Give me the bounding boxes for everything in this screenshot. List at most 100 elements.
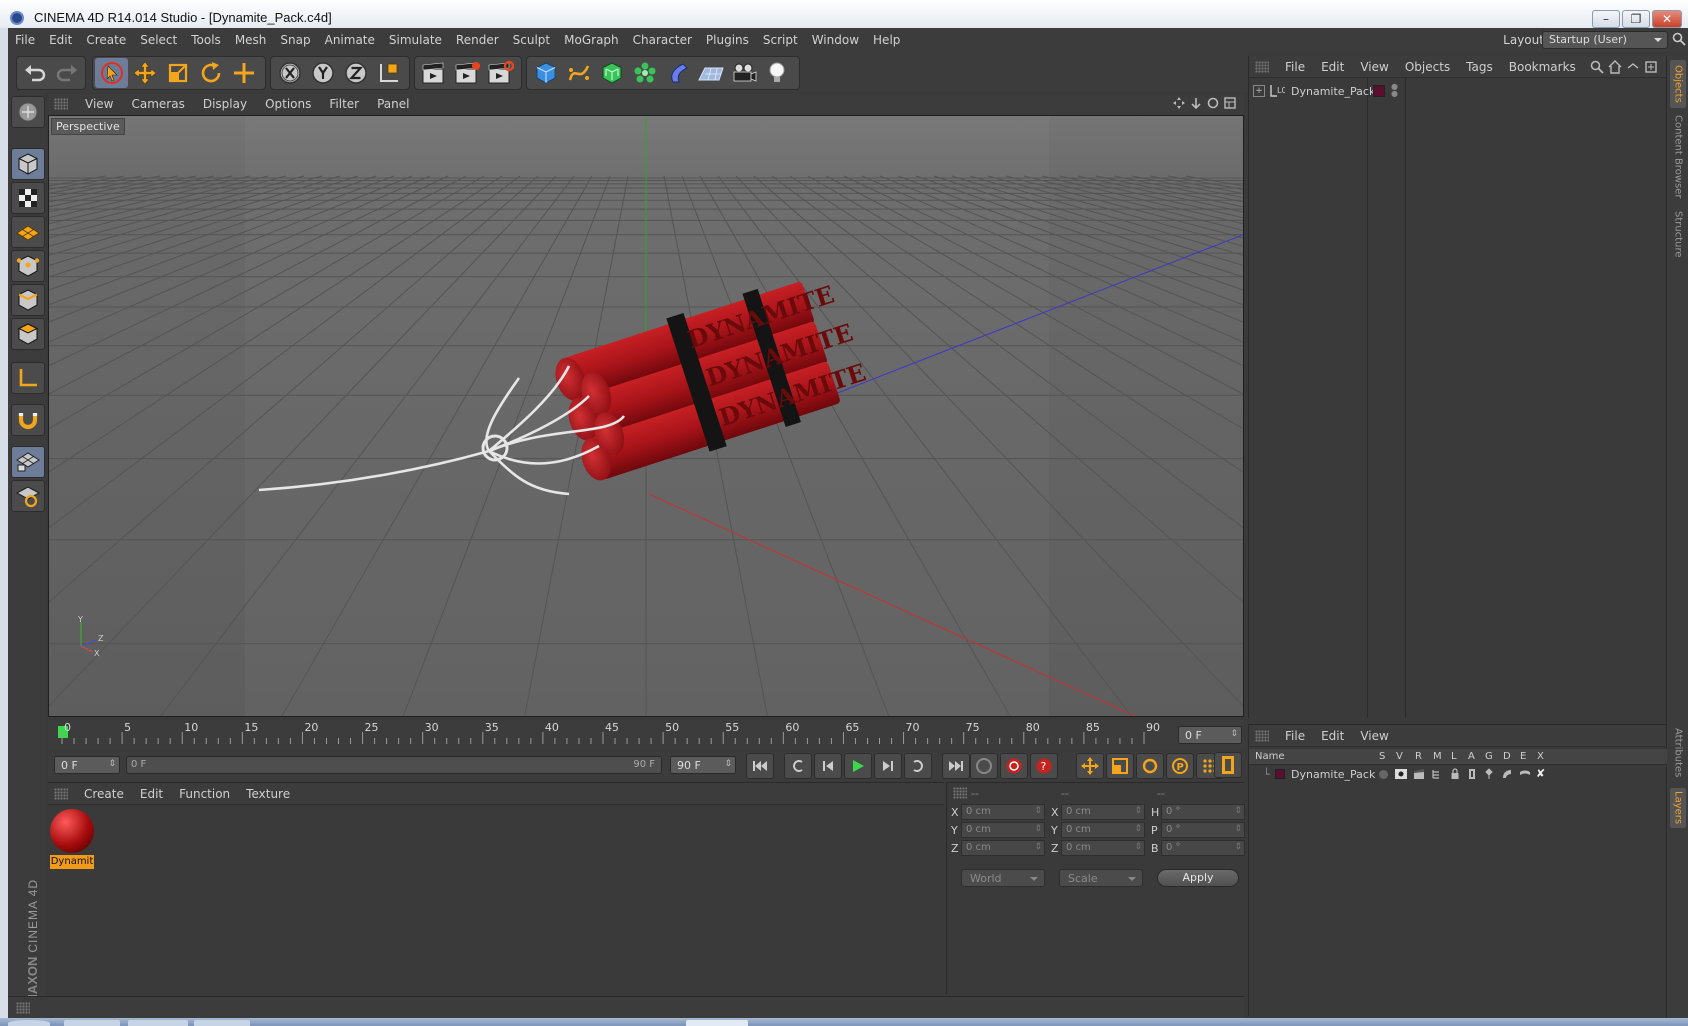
- axis-mode-button[interactable]: [11, 362, 45, 394]
- menu-render[interactable]: Render: [449, 33, 506, 47]
- pan-icon[interactable]: [1173, 97, 1185, 109]
- undo-button[interactable]: [19, 58, 51, 88]
- points-mode-button[interactable]: [11, 250, 45, 282]
- viewport-menu-options[interactable]: Options: [256, 97, 320, 111]
- restore-button[interactable]: ❐: [1622, 10, 1650, 28]
- floor-button[interactable]: [694, 58, 727, 88]
- start-frame-field[interactable]: 0 F: [54, 756, 120, 774]
- size-x-field[interactable]: 0 cm: [1061, 804, 1145, 820]
- planar-workplane-button[interactable]: [11, 480, 45, 512]
- objects-menu-bookmarks[interactable]: Bookmarks: [1501, 60, 1584, 74]
- prev-key-button[interactable]: [784, 753, 812, 779]
- model-mode-button[interactable]: [11, 148, 45, 180]
- z-axis-lock-button[interactable]: [339, 58, 372, 88]
- position-y-field[interactable]: 0 cm: [961, 822, 1045, 838]
- layer-col-expressions[interactable]: E: [1520, 751, 1526, 762]
- play-button[interactable]: [844, 753, 872, 779]
- material-menu-create[interactable]: Create: [76, 787, 132, 801]
- menu-animate[interactable]: Animate: [318, 33, 382, 47]
- render-view-button[interactable]: [417, 58, 450, 88]
- viewport-menu-panel[interactable]: Panel: [368, 97, 418, 111]
- objects-menu-edit[interactable]: Edit: [1313, 60, 1352, 74]
- move-tool[interactable]: [128, 58, 161, 88]
- layer-col-name[interactable]: Name: [1255, 751, 1285, 762]
- camera-button[interactable]: [727, 58, 760, 88]
- taskbar-item[interactable]: [64, 1020, 120, 1026]
- layer-col-manager[interactable]: M: [1433, 751, 1442, 762]
- layer-col-generators[interactable]: G: [1485, 751, 1493, 762]
- position-z-field[interactable]: 0 cm: [961, 840, 1045, 856]
- viewport-menu-cameras[interactable]: Cameras: [122, 97, 193, 111]
- side-tab-structure[interactable]: Structure: [1670, 206, 1686, 262]
- prev-frame-button[interactable]: [814, 753, 842, 779]
- layer-row-dynamite-pack[interactable]: └ Dynamite_Pack ✘: [1249, 766, 1667, 784]
- menu-character[interactable]: Character: [626, 33, 699, 47]
- layer-generators-icon[interactable]: [1483, 768, 1495, 780]
- layer-col-locked[interactable]: L: [1451, 751, 1457, 762]
- layer-render-icon[interactable]: [1413, 769, 1425, 779]
- layer-deformers-icon[interactable]: [1501, 768, 1513, 780]
- object-row-dynamite-pack[interactable]: + L0 Dynamite_Pack ● ●: [1253, 82, 1398, 100]
- menu-help[interactable]: Help: [866, 33, 907, 47]
- menu-snap[interactable]: Snap: [273, 33, 317, 47]
- minimize-button[interactable]: –: [1592, 10, 1620, 28]
- viewport-menu-filter[interactable]: Filter: [320, 97, 368, 111]
- objects-menu-view[interactable]: View: [1352, 60, 1396, 74]
- objects-menu-tags[interactable]: Tags: [1458, 60, 1501, 74]
- x-axis-lock-button[interactable]: [273, 58, 306, 88]
- side-tab-objects[interactable]: Objects: [1670, 60, 1686, 108]
- close-button[interactable]: ✕: [1652, 10, 1682, 28]
- material-swatch-dynamit[interactable]: Dynamit: [50, 809, 94, 871]
- side-tab-content-browser[interactable]: Content Browser: [1670, 112, 1686, 202]
- layer-expressions-icon[interactable]: [1519, 768, 1531, 780]
- layer-color-swatch[interactable]: [1275, 769, 1285, 779]
- layer-col-view[interactable]: V: [1396, 751, 1403, 762]
- next-key-button[interactable]: [904, 753, 932, 779]
- object-manager-grip[interactable]: [1255, 60, 1269, 73]
- timeline-ruler[interactable]: 0 5 10 15 20 25 30 35 40 45 50 55 60 65 70 75 80 85 90: [48, 720, 1168, 750]
- zoom-icon[interactable]: [1190, 97, 1202, 109]
- viewport-grip-handle[interactable]: [54, 98, 68, 110]
- visibility-dots-icon[interactable]: ● ●: [1391, 83, 1398, 98]
- rotation-p-field[interactable]: 0 °: [1161, 822, 1245, 838]
- cube-object-button[interactable]: [529, 58, 562, 88]
- layer-solo-toggle[interactable]: [1379, 770, 1388, 779]
- search-icon[interactable]: [1590, 60, 1604, 74]
- rotate-tool[interactable]: [194, 58, 227, 88]
- new-view-icon[interactable]: [1644, 60, 1658, 74]
- coordinate-space-dropdown[interactable]: World: [961, 869, 1045, 887]
- deformer-button[interactable]: [661, 58, 694, 88]
- redo-button[interactable]: [51, 58, 83, 88]
- render-picture-viewer-button[interactable]: [450, 58, 483, 88]
- menu-script[interactable]: Script: [756, 33, 805, 47]
- layer-xref-icon[interactable]: ✘: [1536, 767, 1545, 780]
- record-active-button[interactable]: [1000, 753, 1028, 779]
- search-icon[interactable]: [1672, 32, 1686, 46]
- polygons-mode-button[interactable]: [11, 318, 45, 350]
- objects-menu-objects[interactable]: Objects: [1397, 60, 1458, 74]
- live-selection-tool[interactable]: [95, 58, 128, 88]
- layer-manager-grip[interactable]: [1255, 729, 1269, 742]
- taskbar-item[interactable]: [194, 1020, 250, 1026]
- material-menu-texture[interactable]: Texture: [238, 787, 298, 801]
- layer-col-deformers[interactable]: D: [1503, 751, 1511, 762]
- side-tab-layers[interactable]: Layers: [1670, 788, 1686, 828]
- layers-menu-file[interactable]: File: [1277, 729, 1313, 743]
- preview-range-slider[interactable]: 0 F 90 F: [126, 756, 662, 774]
- material-menu-function[interactable]: Function: [171, 787, 238, 801]
- y-axis-lock-button[interactable]: [306, 58, 339, 88]
- go-to-start-button[interactable]: [746, 753, 774, 779]
- go-to-end-button[interactable]: [942, 753, 970, 779]
- apply-button[interactable]: Apply: [1157, 869, 1239, 887]
- scale-tool[interactable]: [161, 58, 194, 88]
- orbit-icon[interactable]: [1207, 97, 1219, 109]
- maximize-view-icon[interactable]: [1224, 97, 1236, 109]
- layer-col-animation[interactable]: A: [1468, 751, 1475, 762]
- viewport-menu-display[interactable]: Display: [194, 97, 256, 111]
- coordinates-grip[interactable]: [953, 787, 967, 799]
- spline-button[interactable]: [562, 58, 595, 88]
- size-z-field[interactable]: 0 cm: [1061, 840, 1145, 856]
- render-settings-button[interactable]: [483, 58, 516, 88]
- start-button[interactable]: [8, 1020, 50, 1026]
- key-position-button[interactable]: [1076, 753, 1104, 779]
